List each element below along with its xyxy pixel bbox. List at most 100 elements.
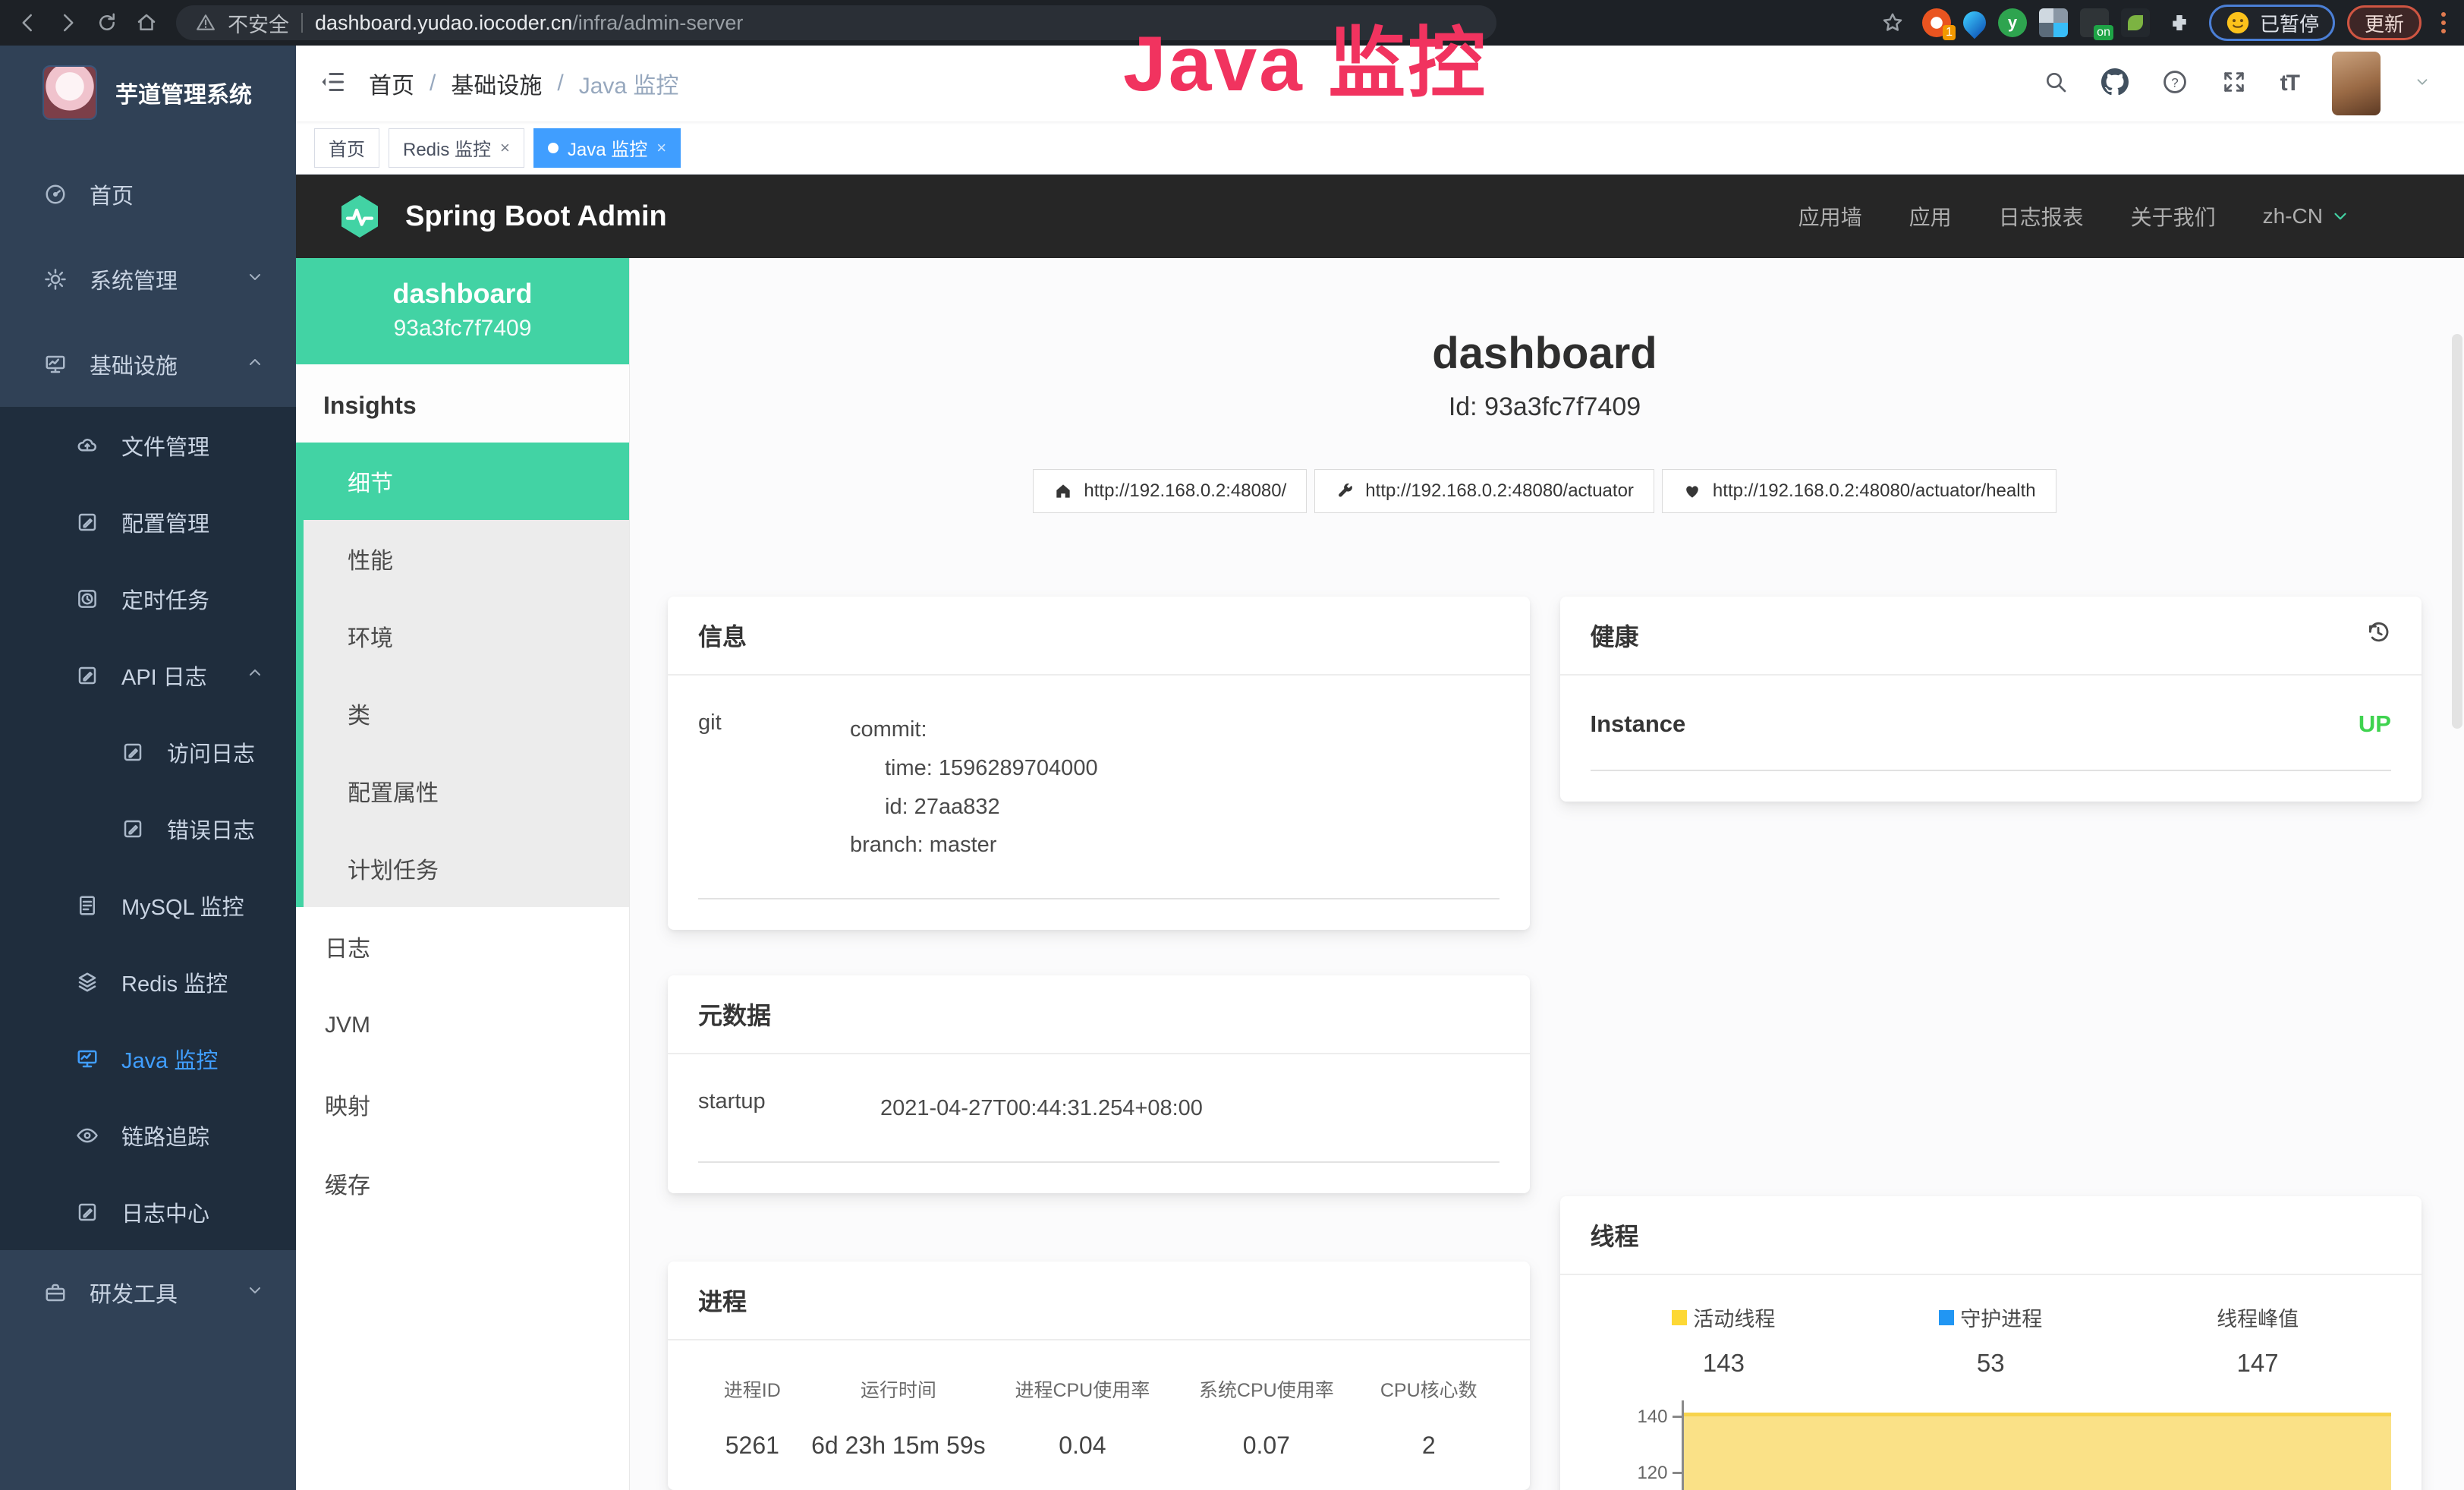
fullscreen-icon[interactable] [2221, 69, 2247, 99]
link-service-url[interactable]: http://192.168.0.2:48080/ [1033, 469, 1307, 513]
insights-item-metrics[interactable]: 性能 [304, 520, 629, 597]
app-logo-row[interactable]: 芋道管理系统 [0, 46, 296, 140]
reload-button[interactable] [90, 6, 124, 39]
sidebar-item-log-center[interactable]: 日志中心 [0, 1173, 296, 1250]
cloud-upload-icon [74, 434, 100, 457]
sidebar-item-api-log[interactable]: API 日志 [0, 637, 296, 713]
instance-header[interactable]: dashboard 93a3fc7f7409 [296, 258, 629, 364]
extension-onenote-icon[interactable]: on [2080, 8, 2109, 37]
insights-item-classes[interactable]: 类 [304, 675, 629, 752]
sidebar-item-dev-tools[interactable]: 研发工具 [0, 1250, 296, 1335]
history-icon[interactable] [2365, 619, 2391, 651]
daemon-threads-value: 53 [1857, 1349, 2124, 1378]
process-cpu: 0.04 [990, 1432, 1174, 1460]
omnibox-divider [301, 13, 303, 33]
extension-grid-icon[interactable] [2039, 8, 2068, 37]
profile-avatar-emoji [2225, 10, 2251, 36]
sidebar-item-tracing[interactable]: 链路追踪 [0, 1097, 296, 1173]
forward-button[interactable] [50, 6, 85, 39]
extension-orange-icon[interactable]: 1 [1922, 8, 1951, 37]
sidebar-item-redis[interactable]: Redis 监控 [0, 943, 296, 1020]
link-health-url[interactable]: http://192.168.0.2:48080/actuator/health [1662, 469, 2056, 513]
instance-name: dashboard [296, 278, 629, 310]
browser-home-button[interactable] [129, 6, 164, 39]
system-cpu: 0.07 [1175, 1432, 1358, 1460]
security-warning-icon [196, 13, 216, 33]
help-icon[interactable]: ? [2162, 69, 2188, 99]
metadata-card-title: 元数据 [668, 975, 1530, 1054]
close-icon[interactable]: × [656, 138, 666, 158]
browser-menu-button[interactable] [2434, 12, 2453, 33]
sba-nav-about[interactable]: 关于我们 [2131, 201, 2216, 232]
instance-id: 93a3fc7f7409 [296, 316, 629, 342]
insights-item-scheduled-tasks[interactable]: 计划任务 [304, 830, 629, 907]
insights-item-environment[interactable]: 环境 [304, 597, 629, 675]
extensions-puzzle-icon[interactable] [2162, 6, 2197, 39]
extension-badge: 1 [1943, 25, 1956, 40]
url-text: dashboard.yudao.iocoder.cn/infra/admin-s… [315, 11, 743, 35]
monitor-icon [42, 353, 68, 376]
metadata-card: 元数据 startup 2021-04-27T00:44:31.254+08:0… [668, 975, 1530, 1193]
app-logo [42, 65, 97, 120]
live-threads-value: 143 [1591, 1349, 1858, 1378]
layers-icon [74, 971, 100, 994]
thread-legend: 活动线程 守护进程 线程峰值 [1591, 1303, 2392, 1332]
menu-item-caches[interactable]: 缓存 [296, 1144, 629, 1223]
insights-item-config-props[interactable]: 配置属性 [304, 752, 629, 830]
chevron-up-icon [246, 352, 264, 377]
edit-icon [74, 1201, 100, 1224]
link-actuator-url[interactable]: http://192.168.0.2:48080/actuator [1314, 469, 1654, 513]
tags-view-bar: 首页 Redis 监控× Java 监控× [296, 121, 2464, 175]
close-icon[interactable]: × [500, 138, 510, 158]
chrome-update-button[interactable]: 更新 [2347, 5, 2422, 40]
breadcrumb-infra[interactable]: 基础设施 [451, 67, 542, 100]
sidebar-item-java-monitor[interactable]: Java 监控 [0, 1020, 296, 1097]
instance-sidebar: dashboard 93a3fc7f7409 Insights 细节 性能 环境… [296, 258, 630, 1490]
back-button[interactable] [11, 6, 46, 39]
sba-brand[interactable]: Spring Boot Admin [405, 200, 667, 233]
health-card-title: 健康 [1591, 618, 1639, 653]
sidebar-item-job[interactable]: 定时任务 [0, 560, 296, 637]
extension-green-icon[interactable]: y [1998, 8, 2027, 37]
sidebar-item-home[interactable]: 首页 [0, 152, 296, 237]
avatar-caret-icon[interactable] [2414, 74, 2431, 94]
extension-leaf-icon[interactable] [2121, 8, 2150, 37]
sidebar-item-system[interactable]: 系统管理 [0, 237, 296, 322]
instance-id-line: Id: 93a3fc7f7409 [668, 392, 2422, 422]
sidebar-item-infra[interactable]: 基础设施 [0, 322, 296, 407]
insights-item-details[interactable]: 细节 [304, 443, 629, 520]
sidebar-item-config[interactable]: 配置管理 [0, 484, 296, 560]
thread-chart: 140 120 100 [1591, 1400, 2392, 1490]
tab-java-monitor[interactable]: Java 监控× [533, 128, 681, 168]
avatar[interactable] [2332, 52, 2381, 115]
scrollbar-thumb[interactable] [2452, 334, 2462, 729]
sidebar-item-file[interactable]: 文件管理 [0, 407, 296, 484]
sidebar-item-error-log[interactable]: 错误日志 [0, 790, 296, 867]
sidebar-item-mysql[interactable]: MySQL 监控 [0, 867, 296, 943]
extension-pin-icon[interactable] [1959, 7, 1990, 39]
sba-nav-wallboard[interactable]: 应用墙 [1798, 201, 1862, 232]
sba-nav-journal[interactable]: 日志报表 [1999, 201, 2084, 232]
insights-menu: 细节 性能 环境 类 配置属性 计划任务 [296, 443, 629, 907]
address-bar[interactable]: 不安全 dashboard.yudao.iocoder.cn/infra/adm… [176, 5, 1496, 40]
menu-item-mappings[interactable]: 映射 [296, 1065, 629, 1144]
thread-values: 143 53 147 [1591, 1349, 2392, 1378]
svg-text:?: ? [2171, 75, 2178, 90]
sba-nav-applications[interactable]: 应用 [1909, 201, 1952, 232]
breadcrumb-current: Java 监控 [579, 67, 679, 100]
profile-paused-badge[interactable]: 已暂停 [2209, 5, 2335, 41]
tab-redis-monitor[interactable]: Redis 监控× [389, 128, 524, 168]
menu-item-jvm[interactable]: JVM [296, 986, 629, 1065]
locale-select[interactable]: zh-CN [2263, 204, 2350, 228]
font-size-icon[interactable]: tT [2280, 71, 2299, 96]
gauge-icon [42, 183, 68, 206]
tab-home[interactable]: 首页 [314, 128, 379, 168]
github-icon[interactable] [2101, 68, 2129, 99]
breadcrumb-home[interactable]: 首页 [369, 67, 414, 100]
sidebar-item-access-log[interactable]: 访问日志 [0, 713, 296, 790]
sidebar-fold-button[interactable] [319, 68, 346, 99]
menu-item-logfile[interactable]: 日志 [296, 907, 629, 986]
search-icon[interactable] [2044, 70, 2068, 98]
sidebar-submenu-infra: 文件管理 配置管理 定时任务 API 日志 访问日志 错误日志 MySQL 监控… [0, 407, 296, 1250]
bookmark-star-icon[interactable] [1875, 6, 1910, 39]
